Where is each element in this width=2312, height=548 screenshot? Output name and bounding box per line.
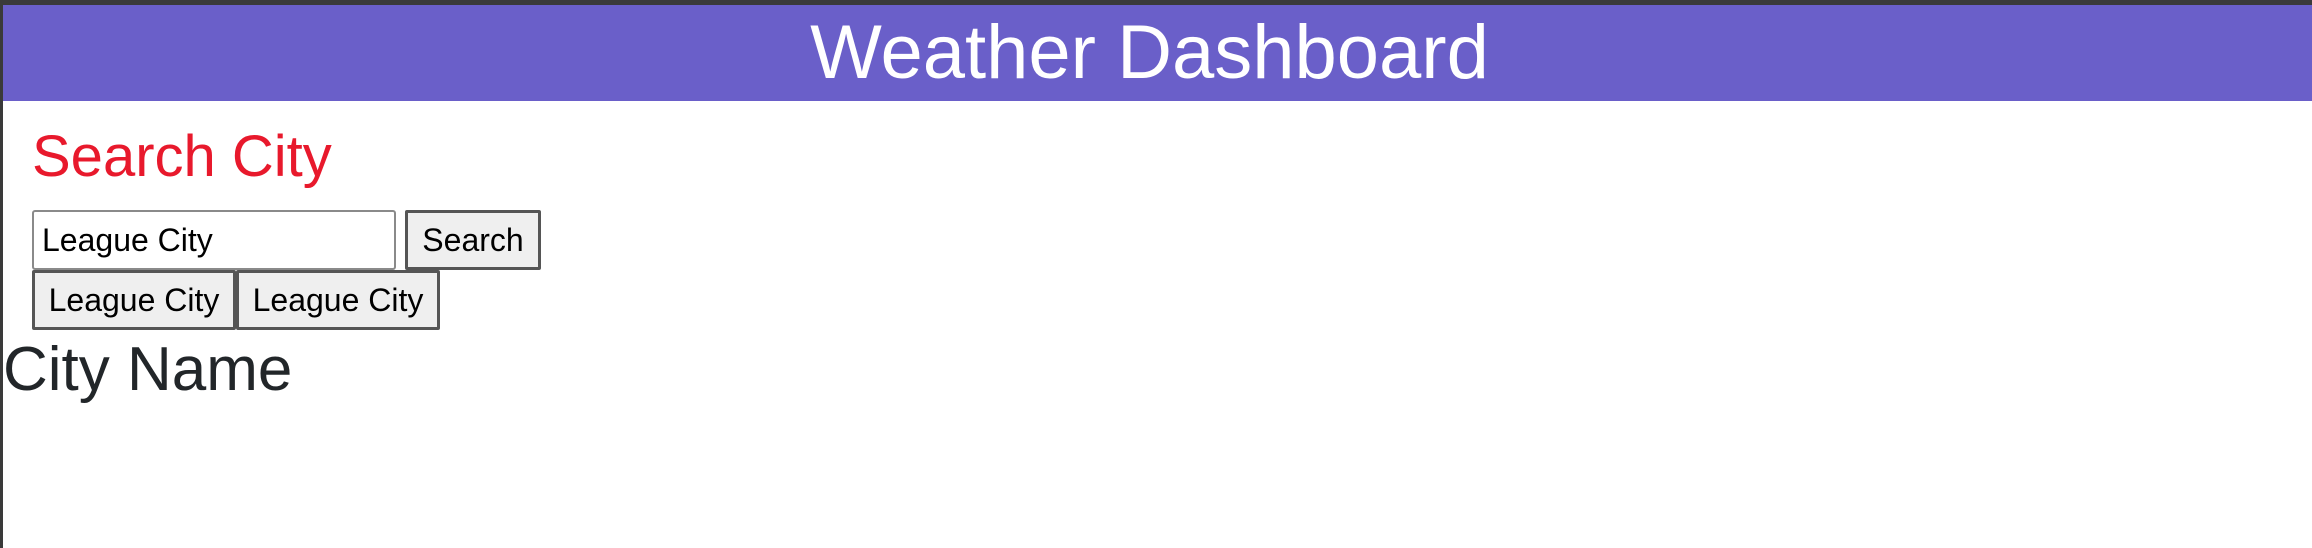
- city-search-input[interactable]: [32, 210, 396, 270]
- search-city-heading: Search City: [32, 124, 332, 189]
- history-city-button[interactable]: League City: [32, 270, 236, 330]
- history-city-button[interactable]: League City: [236, 270, 440, 330]
- page-title: Weather Dashboard: [810, 10, 1489, 95]
- app-header: Weather Dashboard: [3, 5, 2312, 101]
- search-button[interactable]: Search: [405, 210, 541, 270]
- city-name-heading: City Name: [3, 335, 293, 404]
